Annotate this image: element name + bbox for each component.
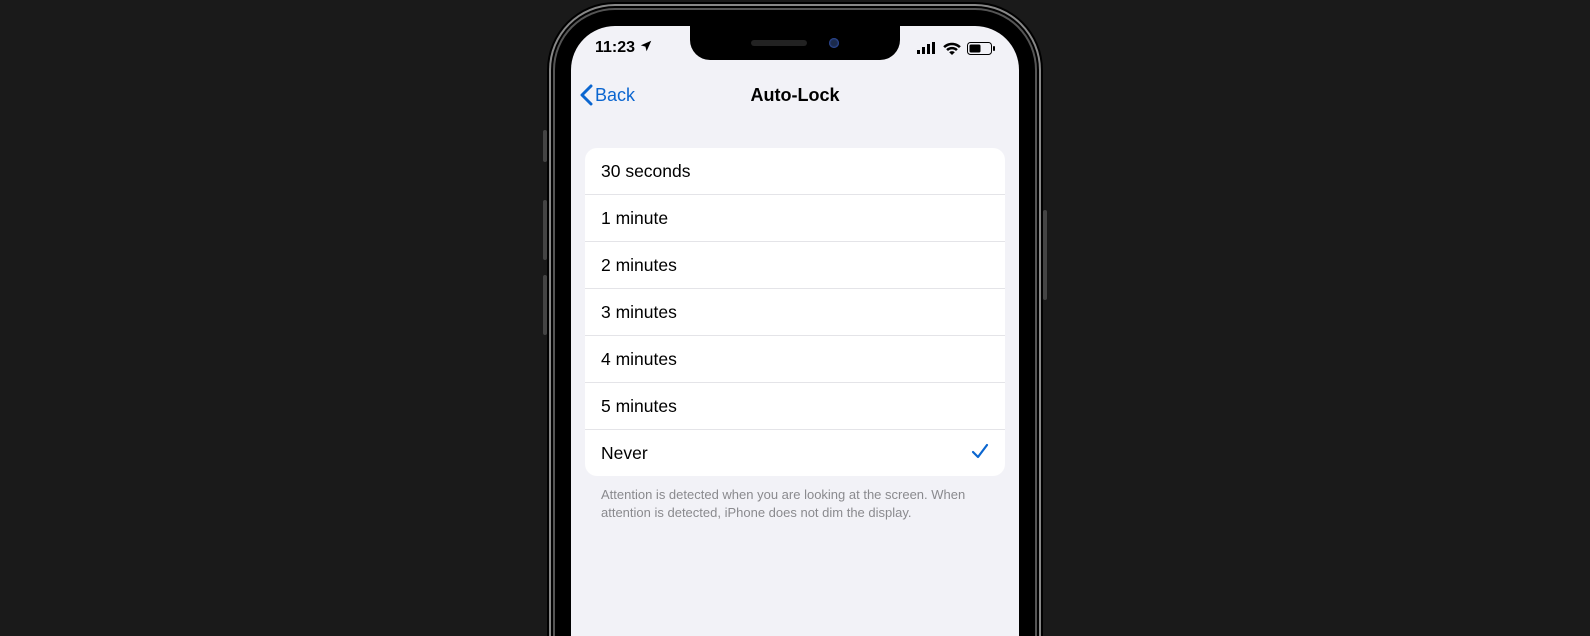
option-3-minutes[interactable]: 3 minutes	[585, 288, 1005, 335]
option-label: 2 minutes	[601, 255, 677, 276]
content: 30 seconds 1 minute 2 minutes	[571, 120, 1019, 521]
status-bar: 11:23	[571, 26, 1019, 70]
page-title: Auto-Lock	[751, 85, 840, 106]
phone-frame: 11:23	[555, 10, 1035, 636]
mute-switch	[543, 130, 547, 162]
option-label: 3 minutes	[601, 302, 677, 323]
option-label: 1 minute	[601, 208, 668, 229]
option-label: 5 minutes	[601, 396, 677, 417]
option-5-minutes[interactable]: 5 minutes	[585, 382, 1005, 429]
side-button	[1043, 210, 1047, 300]
chevron-left-icon	[579, 84, 593, 106]
option-never[interactable]: Never	[585, 429, 1005, 476]
options-list: 30 seconds 1 minute 2 minutes	[585, 148, 1005, 476]
volume-down-button	[543, 275, 547, 335]
option-2-minutes[interactable]: 2 minutes	[585, 241, 1005, 288]
footer-note: Attention is detected when you are looki…	[585, 476, 1005, 521]
option-1-minute[interactable]: 1 minute	[585, 194, 1005, 241]
option-30-seconds[interactable]: 30 seconds	[585, 148, 1005, 194]
screen: 11:23	[571, 26, 1019, 636]
option-label: 4 minutes	[601, 349, 677, 370]
location-icon	[639, 39, 653, 58]
back-button[interactable]: Back	[579, 70, 635, 120]
wifi-icon	[943, 42, 961, 55]
status-time: 11:23	[595, 39, 635, 57]
option-label: Never	[601, 443, 648, 464]
option-label: 30 seconds	[601, 161, 691, 182]
battery-icon	[967, 42, 995, 55]
nav-bar: Back Auto-Lock	[571, 70, 1019, 120]
volume-up-button	[543, 200, 547, 260]
cellular-icon	[917, 42, 937, 54]
option-4-minutes[interactable]: 4 minutes	[585, 335, 1005, 382]
back-label: Back	[595, 85, 635, 106]
checkmark-icon	[971, 442, 989, 465]
